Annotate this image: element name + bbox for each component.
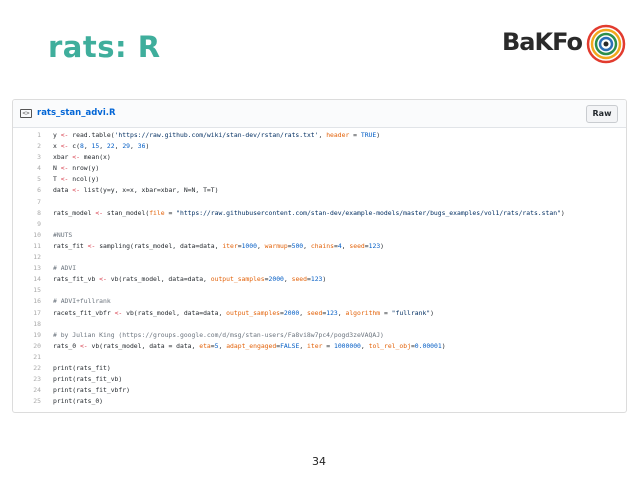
line-number: 6	[37, 186, 41, 195]
code-text: racets_fit_vbfr <- vb(rats_model, data=d…	[53, 308, 435, 317]
code-line: 2 x <- c(8, 15, 22, 29, 36)	[13, 141, 626, 152]
line-number: 17	[33, 308, 41, 317]
code-line: 20 rats_0 <- vb(rats_model, data = data, …	[13, 341, 626, 352]
logo-rings-icon	[586, 24, 626, 64]
line-number: 18	[33, 319, 41, 328]
code-text: print(rats_fit)	[53, 363, 111, 372]
line-number: 13	[33, 264, 41, 273]
bakfoo-logo: BaKFo	[502, 16, 626, 72]
code-text: rats_fit <- sampling(rats_model, data=da…	[53, 241, 385, 250]
code-line: 14 rats_fit_vb <- vb(rats_model, data=dat…	[13, 274, 626, 285]
code-text: x <- c(8, 15, 22, 29, 36)	[53, 142, 150, 151]
gist-file-name-link[interactable]: rats_stan_advi.R	[37, 108, 116, 118]
code-line: 21	[13, 352, 626, 363]
code-line: 23 print(rats_fit_vb)	[13, 374, 626, 385]
code-text: #NUTS	[53, 230, 73, 239]
code-line: 7	[13, 197, 626, 208]
line-number: 8	[37, 208, 41, 217]
code-text: print(rats_0)	[53, 397, 104, 406]
gist-file-header: <> rats_stan_advi.R Raw	[13, 100, 626, 128]
line-number: 24	[33, 386, 41, 395]
line-number: 20	[33, 341, 41, 350]
code-line: 3 xbar <- mean(x)	[13, 152, 626, 163]
line-number: 10	[33, 230, 41, 239]
page-number: 34	[312, 455, 326, 468]
line-number: 23	[33, 375, 41, 384]
code-text: data <- list(y=y, x=x, xbar=xbar, N=N, T…	[53, 186, 219, 195]
code-text: rats_model <- stan_model(file = "https:/…	[53, 208, 565, 217]
code-text: T <- ncol(y)	[53, 175, 100, 184]
line-number: 4	[37, 164, 41, 173]
code-line: 13 # ADVI	[13, 263, 626, 274]
code-line: 4 N <- nrow(y)	[13, 163, 626, 174]
code-line: 25 print(rats_0)	[13, 396, 626, 407]
code-line: 12	[13, 252, 626, 263]
file-code-icon: <>	[20, 109, 32, 118]
code-text: # by Julian King (https://groups.google.…	[53, 330, 384, 339]
line-number: 22	[33, 363, 41, 372]
line-number: 5	[37, 175, 41, 184]
code-line: 17 racets_fit_vbfr <- vb(rats_model, data…	[13, 308, 626, 319]
code-text: N <- nrow(y)	[53, 164, 100, 173]
code-line: 24 print(rats_fit_vbfr)	[13, 385, 626, 396]
raw-button[interactable]: Raw	[586, 105, 618, 123]
gist-embed: <> rats_stan_advi.R Raw 1 y <- read.table…	[12, 99, 627, 413]
code-line: 11 rats_fit <- sampling(rats_model, data=…	[13, 241, 626, 252]
code-text: # ADVI	[53, 264, 77, 273]
code-line: 9	[13, 219, 626, 230]
code-text: xbar <- mean(x)	[53, 153, 111, 162]
line-number: 12	[33, 253, 41, 262]
line-number: 25	[33, 397, 41, 406]
code-text: print(rats_fit_vbfr)	[53, 386, 130, 395]
line-number: 16	[33, 297, 41, 306]
line-number: 21	[33, 352, 41, 361]
line-number: 19	[33, 330, 41, 339]
code-line: 1 y <- read.table('https://raw.github.com…	[13, 130, 626, 141]
line-number: 11	[33, 241, 41, 250]
code-line: 16 # ADVI+fullrank	[13, 296, 626, 307]
code-line: 6 data <- list(y=y, x=x, xbar=xbar, N=N, …	[13, 185, 626, 196]
code-line: 19 # by Julian King (https://groups.googl…	[13, 330, 626, 341]
code-line: 15	[13, 285, 626, 296]
code-line: 18	[13, 319, 626, 330]
code-text: rats_0 <- vb(rats_model, data = data, et…	[53, 341, 446, 350]
code-line: 10 #NUTS	[13, 230, 626, 241]
line-number: 15	[33, 286, 41, 295]
code-line: 8 rats_model <- stan_model(file = "https:…	[13, 208, 626, 219]
code-line: 22 print(rats_fit)	[13, 363, 626, 374]
slide-title: rats: R	[48, 30, 161, 64]
code-text: print(rats_fit_vb)	[53, 375, 123, 384]
code-text: rats_fit_vb <- vb(rats_model, data=data,…	[53, 275, 327, 284]
line-number: 3	[37, 153, 41, 162]
line-number: 7	[37, 197, 41, 206]
line-number: 1	[37, 131, 41, 139]
code-line: 5 T <- ncol(y)	[13, 174, 626, 185]
code-text: y <- read.table('https://raw.github.com/…	[53, 131, 381, 139]
line-number: 9	[37, 219, 41, 228]
code-text: # ADVI+fullrank	[53, 297, 111, 306]
code-listing: 1 y <- read.table('https://raw.github.com…	[13, 128, 626, 407]
line-number: 14	[33, 275, 41, 284]
line-number: 2	[37, 142, 41, 151]
